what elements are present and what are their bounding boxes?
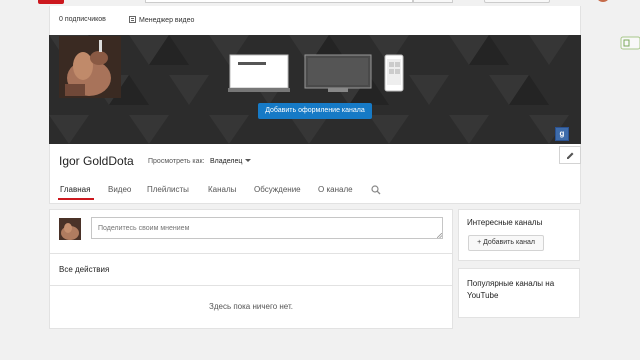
search-icon[interactable] bbox=[371, 185, 381, 195]
tab-playlists[interactable]: Плейлисты bbox=[147, 185, 189, 194]
avatar-image bbox=[59, 218, 81, 240]
channel-tabs: Главная Видео Плейлисты Каналы Обсуждени… bbox=[49, 178, 581, 202]
popular-channels-title[interactable]: Популярные каналы на YouTube bbox=[467, 278, 575, 302]
tab-home[interactable]: Главная bbox=[60, 185, 90, 194]
share-thoughts-input[interactable] bbox=[91, 217, 443, 239]
divider bbox=[49, 253, 453, 254]
subscriber-count: 0 подписчиков bbox=[59, 16, 106, 23]
channel-stats-row: 0 подписчиков Менеджер видео bbox=[49, 10, 581, 32]
view-as-dropdown[interactable]: Владелец bbox=[210, 158, 252, 165]
view-as-value: Владелец bbox=[210, 158, 243, 165]
chevron-down-icon bbox=[245, 159, 252, 162]
user-avatar bbox=[59, 218, 81, 240]
youtube-logo[interactable] bbox=[38, 0, 64, 4]
active-tab-indicator bbox=[58, 198, 94, 200]
empty-feed-message: Здесь пока ничего нет. bbox=[209, 302, 293, 311]
video-manager-label: Менеджер видео bbox=[139, 17, 195, 24]
upload-button[interactable] bbox=[484, 0, 550, 3]
tab-videos[interactable]: Видео bbox=[108, 185, 131, 194]
tab-about[interactable]: О канале bbox=[318, 185, 353, 194]
tab-channels[interactable]: Каналы bbox=[208, 185, 236, 194]
featured-channels-title: Интересные каналы bbox=[467, 218, 543, 227]
all-actions-heading: Все действия bbox=[59, 265, 110, 274]
laptop-illustration bbox=[228, 54, 290, 92]
film-icon bbox=[129, 16, 136, 23]
video-manager-link[interactable]: Менеджер видео bbox=[129, 16, 194, 24]
google-plus-icon[interactable]: g bbox=[555, 127, 569, 141]
tab-discussion[interactable]: Обсуждение bbox=[254, 185, 301, 194]
divider bbox=[49, 285, 453, 286]
view-as-label: Просмотреть как: bbox=[148, 158, 205, 165]
channel-profile-photo[interactable] bbox=[59, 36, 121, 98]
edit-channel-button[interactable] bbox=[559, 146, 581, 164]
pencil-icon bbox=[567, 152, 574, 159]
channel-name: Igor GoldDota bbox=[59, 154, 134, 168]
side-panel-toggle-icon[interactable] bbox=[620, 36, 640, 50]
resize-handle-icon[interactable] bbox=[437, 233, 442, 238]
phone-illustration bbox=[384, 54, 404, 92]
add-channel-button[interactable]: + Добавить канал bbox=[468, 235, 544, 251]
tv-illustration bbox=[304, 54, 372, 92]
profile-image bbox=[59, 36, 121, 98]
add-channel-art-button[interactable]: Добавить оформление канала bbox=[258, 103, 372, 119]
search-input[interactable] bbox=[145, 0, 413, 3]
search-button[interactable] bbox=[413, 0, 453, 3]
